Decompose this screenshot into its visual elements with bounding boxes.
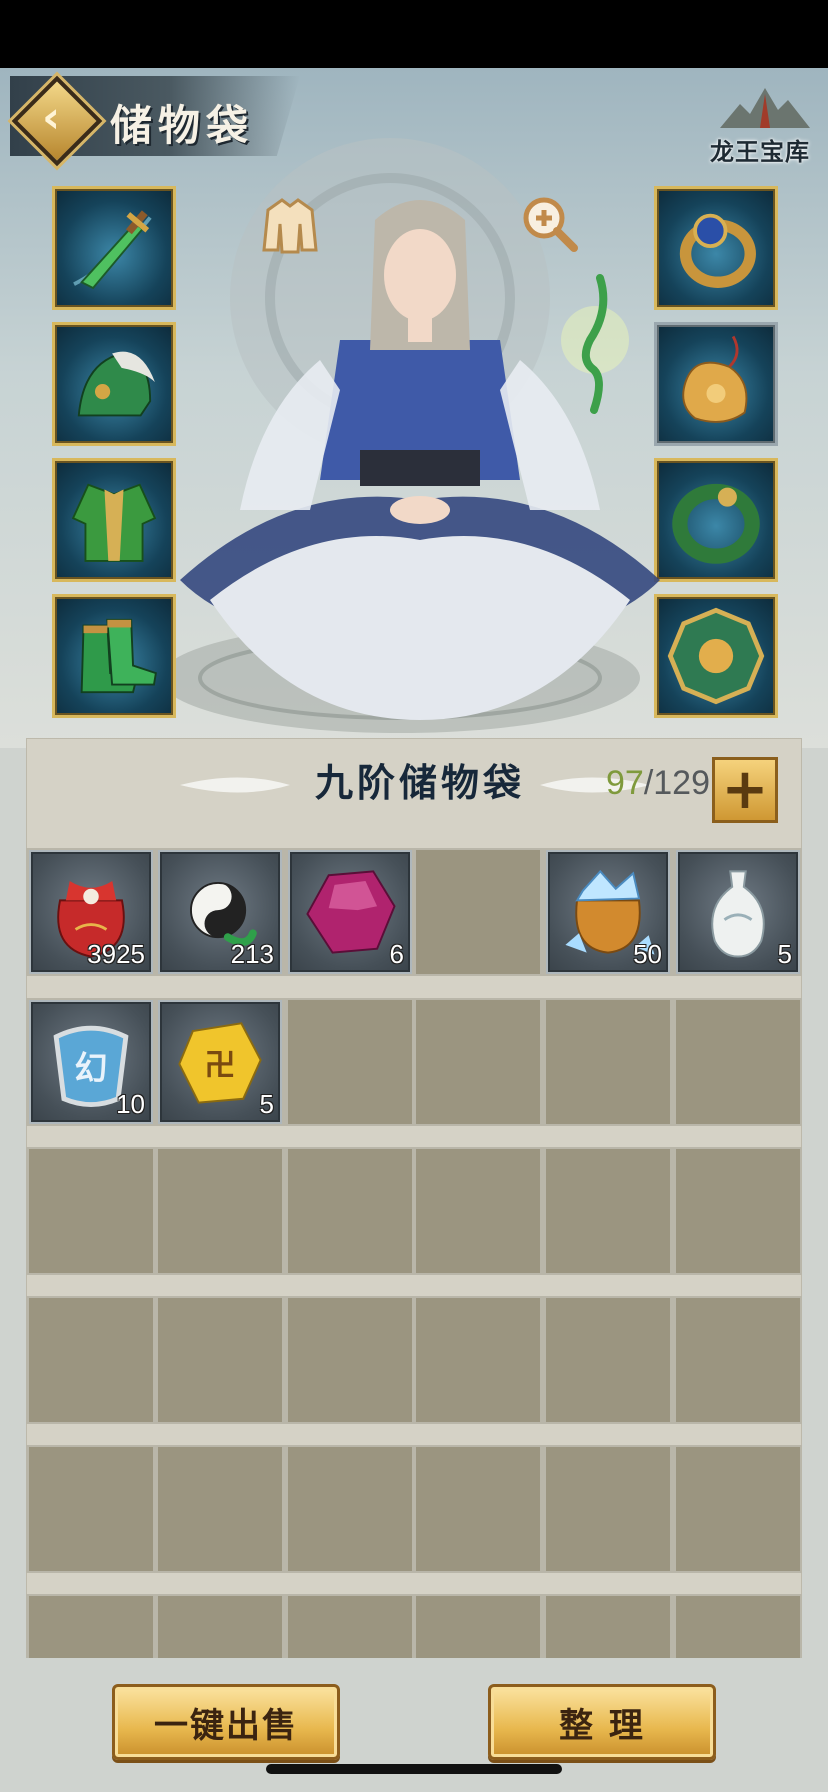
equip-slot-helmet[interactable] <box>52 322 176 446</box>
bag-item-purple-gem[interactable]: 6 <box>288 850 412 974</box>
mountain-logo-icon <box>720 88 810 128</box>
expand-bag-button[interactable]: + <box>712 757 778 823</box>
robe-icon <box>71 483 157 562</box>
gold-pendant-icon <box>682 335 748 423</box>
sort-button[interactable]: 整 理 <box>488 1684 716 1760</box>
bag-slot-empty[interactable] <box>676 1000 800 1124</box>
bag-slot-empty[interactable] <box>676 1149 800 1273</box>
equip-slot-boots[interactable] <box>52 594 176 718</box>
item-count: 6 <box>389 939 404 969</box>
boots-icon <box>80 618 157 694</box>
item-count: 50 <box>633 939 662 969</box>
jade-hairpin-icon <box>561 274 629 414</box>
bag-slot-empty[interactable] <box>158 1149 282 1273</box>
bag-slot-empty[interactable] <box>416 1000 540 1124</box>
bag-slot-empty[interactable] <box>546 1149 670 1273</box>
bag-slot-empty[interactable] <box>158 1596 282 1658</box>
bag-slot-empty[interactable] <box>416 850 540 974</box>
sapphire-ring-icon <box>679 213 756 288</box>
back-button[interactable]: ‹ <box>11 75 103 167</box>
bag-slot-empty[interactable] <box>416 1298 540 1422</box>
character-portrait <box>180 200 660 720</box>
jade-sword-icon <box>73 210 152 290</box>
bag-slot-empty[interactable] <box>416 1149 540 1273</box>
bag-slot-empty[interactable] <box>29 1298 153 1422</box>
equip-slot-weapon[interactable] <box>52 186 176 310</box>
bag-slot-empty[interactable] <box>676 1298 800 1422</box>
status-bar <box>0 0 828 68</box>
bag-slot-empty[interactable] <box>546 1596 670 1658</box>
bag-used-count: 97 <box>605 764 644 802</box>
bag-slot-empty[interactable] <box>29 1149 153 1273</box>
bag-title: 九阶储物袋 <box>314 760 525 805</box>
svg-text:卍: 卍 <box>205 1048 236 1084</box>
equip-slot-pendant[interactable] <box>654 322 778 446</box>
item-count: 3925 <box>87 939 145 969</box>
bagua-amulet-icon <box>667 607 765 705</box>
equip-slot-bracelet[interactable] <box>654 458 778 582</box>
item-count: 213 <box>230 939 274 969</box>
bag-slot-empty[interactable] <box>288 1149 412 1273</box>
equip-slot-amulet[interactable] <box>654 594 778 718</box>
brand-logo-text: 龙王宝库 <box>710 137 810 166</box>
bag-total-capacity: /129 <box>643 764 710 802</box>
home-indicator[interactable] <box>266 1764 562 1774</box>
bag-slot-empty[interactable] <box>29 1447 153 1571</box>
bag-slot-empty[interactable] <box>416 1596 540 1658</box>
jade-bracelet-icon <box>672 483 760 564</box>
bag-slot-empty[interactable] <box>546 1000 670 1124</box>
brand-logo[interactable]: 龙王宝库 <box>700 84 820 174</box>
bag-slot-empty[interactable] <box>158 1447 282 1571</box>
equip-slot-ring[interactable] <box>654 186 778 310</box>
bag-slot-empty[interactable] <box>158 1298 282 1422</box>
bag-capacity: 97/129 <box>560 764 710 803</box>
bag-slot-empty[interactable] <box>288 1596 412 1658</box>
sell-all-button[interactable]: 一键出售 <box>112 1684 340 1760</box>
bag-item-porcelain-vase[interactable]: 5 <box>676 850 800 974</box>
bag-slot-empty[interactable] <box>676 1596 800 1658</box>
item-count: 5 <box>777 939 792 969</box>
bag-slot-empty[interactable] <box>288 1447 412 1571</box>
item-count: 5 <box>259 1089 274 1119</box>
bag-slot-empty[interactable] <box>29 1596 153 1658</box>
helmet-icon <box>77 351 155 417</box>
chevron-left-icon: ‹ <box>42 92 61 143</box>
bag-slot-empty[interactable] <box>676 1447 800 1571</box>
bag-item-gold-nugget[interactable]: 卍 5 <box>158 1000 282 1124</box>
bag-item-yin-yang-pendant[interactable]: 213 <box>158 850 282 974</box>
svg-text:幻: 幻 <box>75 1048 108 1087</box>
plus-icon: + <box>721 757 769 822</box>
bag-slot-empty[interactable] <box>546 1447 670 1571</box>
bag-item-illusion-token[interactable]: 幻 10 <box>29 1000 153 1124</box>
bag-slot-empty[interactable] <box>288 1000 412 1124</box>
item-count: 10 <box>116 1089 145 1119</box>
bag-item-crystal-bag[interactable]: 50 <box>546 850 670 974</box>
fashion-icon[interactable] <box>254 190 326 262</box>
bag-slot-empty[interactable] <box>546 1298 670 1422</box>
page-title: 储物袋 <box>110 101 255 150</box>
bag-item-red-lucky-bag[interactable]: 3925 <box>29 850 153 974</box>
equip-slot-robe[interactable] <box>52 458 176 582</box>
bag-slot-empty[interactable] <box>288 1298 412 1422</box>
bag-slot-empty[interactable] <box>416 1447 540 1571</box>
zoom-in-icon[interactable] <box>518 192 580 254</box>
